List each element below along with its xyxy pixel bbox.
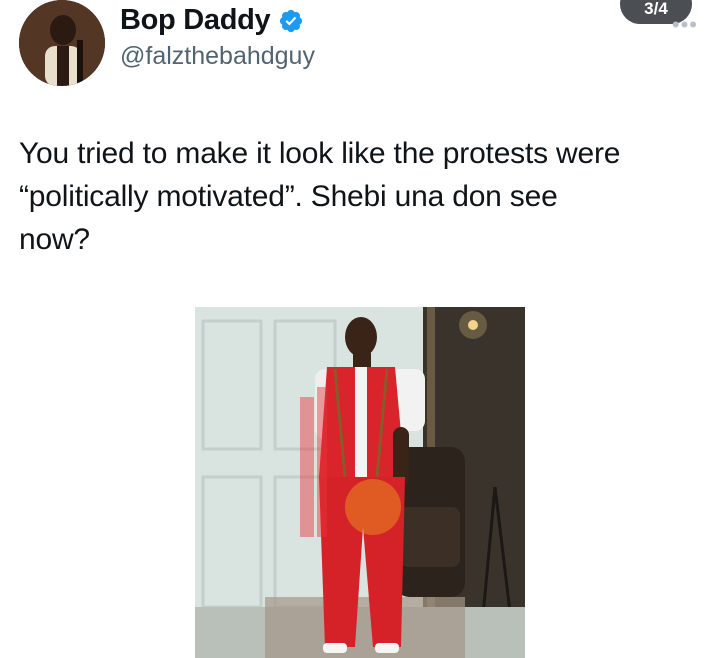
tweet-media-image[interactable] xyxy=(195,307,525,658)
verified-badge-icon xyxy=(280,9,303,32)
display-name[interactable]: Bop Daddy xyxy=(120,4,271,37)
author-handle[interactable]: @falzthebahdguy xyxy=(120,42,315,71)
more-options-icon[interactable]: ••• xyxy=(672,12,698,38)
avatar-image xyxy=(19,0,105,86)
tweet-text: You tried to make it look like the prote… xyxy=(19,137,621,256)
author-header: Bop Daddy xyxy=(120,4,304,37)
avatar[interactable] xyxy=(19,0,105,86)
media-photo xyxy=(195,307,525,658)
